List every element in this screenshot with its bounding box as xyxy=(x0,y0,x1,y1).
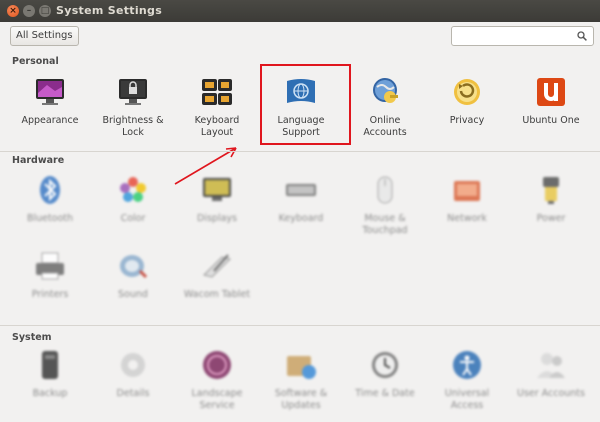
ubuntu-one-icon xyxy=(534,75,568,109)
section-system-heading: System xyxy=(12,332,52,343)
power-item[interactable]: Power xyxy=(509,173,593,225)
section-personal-heading: Personal xyxy=(12,56,59,67)
printer-icon xyxy=(33,249,67,283)
sound-label: Sound xyxy=(118,289,148,300)
ubuntu-one-label: Ubuntu One xyxy=(522,115,580,126)
mouse-touchpad-item[interactable]: Mouse & Touchpad xyxy=(343,173,427,237)
displays-label: Displays xyxy=(197,213,237,224)
highlight-box xyxy=(260,64,351,145)
user-accounts-item[interactable]: User Accounts xyxy=(509,348,593,400)
minimize-window-button[interactable]: – xyxy=(23,5,35,17)
keyboard-layout-label: Keyboard Layout xyxy=(194,115,240,138)
brightness-lock-icon xyxy=(116,75,150,109)
online-accounts-label: Online Accounts xyxy=(363,115,407,138)
keyboard-layout-icon xyxy=(200,75,234,109)
bluetooth-label: Bluetooth xyxy=(26,213,74,224)
keyboard-layout-item[interactable]: Keyboard Layout xyxy=(175,75,259,139)
user-accounts-label: User Accounts xyxy=(517,388,585,399)
color-icon xyxy=(116,173,150,207)
sound-item[interactable]: Sound xyxy=(91,249,175,301)
close-window-button[interactable]: × xyxy=(7,5,19,17)
search-icon xyxy=(577,31,587,41)
software-updates-item[interactable]: Software & Updates xyxy=(259,348,343,412)
section-separator xyxy=(0,151,600,152)
keyboard-label: Keyboard xyxy=(278,213,324,224)
section-hardware-heading: Hardware xyxy=(12,155,65,166)
power-label: Power xyxy=(536,213,566,224)
universal-access-icon xyxy=(450,348,484,382)
search-input[interactable] xyxy=(451,26,594,46)
window-title: System Settings xyxy=(56,4,163,17)
printers-label: Printers xyxy=(31,289,69,300)
wacom-tablet-item[interactable]: Wacom Tablet xyxy=(175,249,259,301)
sound-icon xyxy=(116,249,150,283)
appearance-label: Appearance xyxy=(21,115,79,126)
keyboard-icon xyxy=(284,173,318,207)
gear-icon xyxy=(116,348,150,382)
software-updates-label: Software & Updates xyxy=(274,388,328,411)
landscape-service-label: Landscape Service xyxy=(191,388,243,411)
bluetooth-icon xyxy=(33,173,67,207)
toolbar: All Settings xyxy=(0,22,600,52)
appearance-item[interactable]: Appearance xyxy=(8,75,92,127)
maximize-window-button[interactable]: □ xyxy=(39,5,51,17)
appearance-icon xyxy=(33,75,67,109)
backup-label: Backup xyxy=(32,388,68,399)
online-accounts-item[interactable]: Online Accounts xyxy=(343,75,427,139)
time-date-item[interactable]: Time & Date xyxy=(343,348,427,400)
power-icon xyxy=(534,173,568,207)
settings-content: Personal Appearance Brightness & Lock Ke… xyxy=(0,52,600,422)
bluetooth-item[interactable]: Bluetooth xyxy=(8,173,92,225)
landscape-service-item[interactable]: Landscape Service xyxy=(175,348,259,412)
details-label: Details xyxy=(116,388,150,399)
network-label: Network xyxy=(447,213,487,224)
title-bar: × – □ System Settings xyxy=(0,0,600,22)
mouse-touchpad-label: Mouse & Touchpad xyxy=(362,213,408,236)
ubuntu-one-item[interactable]: Ubuntu One xyxy=(509,75,593,127)
time-date-label: Time & Date xyxy=(355,388,415,399)
privacy-label: Privacy xyxy=(449,115,485,126)
printers-item[interactable]: Printers xyxy=(8,249,92,301)
network-icon xyxy=(450,173,484,207)
color-item[interactable]: Color xyxy=(91,173,175,225)
all-settings-button[interactable]: All Settings xyxy=(10,26,79,46)
clock-icon xyxy=(368,348,402,382)
backup-item[interactable]: Backup xyxy=(8,348,92,400)
universal-access-label: Universal Access xyxy=(444,388,490,411)
displays-icon xyxy=(200,173,234,207)
displays-item[interactable]: Displays xyxy=(175,173,259,225)
mouse-icon xyxy=(368,173,402,207)
backup-icon xyxy=(33,348,67,382)
details-item[interactable]: Details xyxy=(91,348,175,400)
privacy-icon xyxy=(450,75,484,109)
network-item[interactable]: Network xyxy=(425,173,509,225)
section-separator xyxy=(0,325,600,326)
user-accounts-icon xyxy=(534,348,568,382)
privacy-item[interactable]: Privacy xyxy=(425,75,509,127)
color-label: Color xyxy=(120,213,146,224)
landscape-service-icon xyxy=(200,348,234,382)
software-updates-icon xyxy=(284,348,318,382)
keyboard-item[interactable]: Keyboard xyxy=(259,173,343,225)
brightness-lock-label: Brightness & Lock xyxy=(102,115,164,138)
wacom-tablet-icon xyxy=(200,249,234,283)
wacom-tablet-label: Wacom Tablet xyxy=(183,289,251,300)
brightness-lock-item[interactable]: Brightness & Lock xyxy=(91,75,175,139)
universal-access-item[interactable]: Universal Access xyxy=(425,348,509,412)
online-accounts-icon xyxy=(368,75,402,109)
